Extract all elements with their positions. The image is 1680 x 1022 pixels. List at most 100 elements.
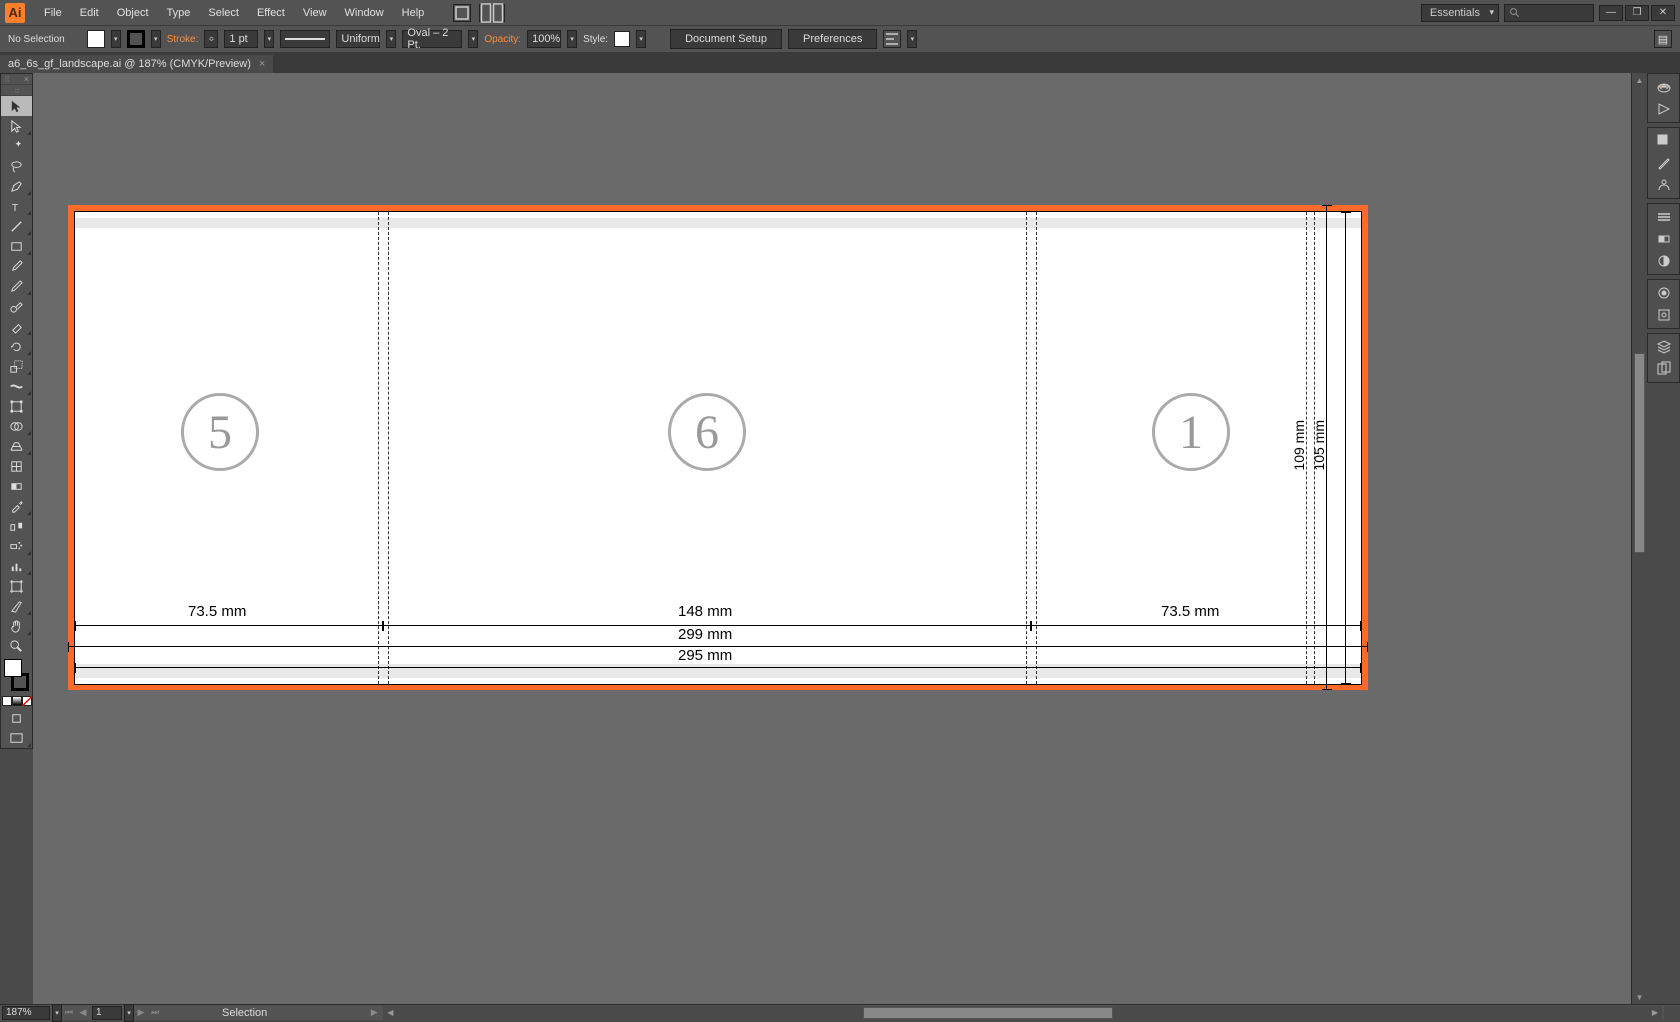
menu-select[interactable]: Select — [199, 3, 248, 23]
blend-tool[interactable] — [1, 516, 32, 536]
zoom-dropdown[interactable]: ▾ — [52, 1004, 62, 1022]
eyedropper-tool[interactable] — [1, 496, 32, 516]
fill-stroke-swatches[interactable] — [1, 656, 32, 694]
scale-tool[interactable] — [1, 356, 32, 376]
line-tool[interactable] — [1, 216, 32, 236]
stroke-swatch[interactable] — [127, 30, 145, 48]
menu-file[interactable]: File — [35, 3, 71, 23]
scroll-left-icon[interactable]: ◀ — [383, 1006, 397, 1020]
preferences-button[interactable]: Preferences — [788, 29, 877, 49]
tab-close-icon[interactable]: × — [259, 58, 265, 70]
menu-edit[interactable]: Edit — [71, 3, 108, 23]
stroke-weight-input[interactable]: 1 pt — [224, 30, 258, 48]
menu-type[interactable]: Type — [158, 3, 200, 23]
brush-dropdown[interactable]: ▾ — [468, 30, 478, 48]
appearance-panel-icon[interactable] — [1648, 282, 1679, 304]
brushes-panel-icon[interactable] — [1648, 152, 1679, 174]
fill-dropdown[interactable]: ▾ — [111, 30, 121, 48]
artboard-dropdown[interactable]: ▾ — [124, 1004, 134, 1022]
swatches-panel-icon[interactable] — [1648, 130, 1679, 152]
type-tool[interactable]: T — [1, 196, 32, 216]
draw-mode-normal[interactable] — [1, 708, 32, 728]
graphic-style-dropdown[interactable]: ▾ — [636, 30, 646, 48]
color-mode-row[interactable] — [1, 694, 32, 708]
document-tab[interactable]: a6_6s_gf_landscape.ai @ 187% (CMYK/Previ… — [0, 55, 273, 73]
panel-grip-icon[interactable]: ⠿ — [4, 75, 9, 84]
variable-width-dropdown[interactable]: ▾ — [386, 30, 396, 48]
gradient-panel-icon[interactable] — [1648, 228, 1679, 250]
last-artboard-button[interactable]: ⏭ — [148, 1006, 162, 1020]
stroke-weight-dropdown[interactable]: ▾ — [264, 30, 274, 48]
status-menu-icon[interactable]: ▶ — [367, 1006, 381, 1020]
layout-icon[interactable] — [479, 4, 505, 22]
perspective-grid-tool[interactable] — [1, 436, 32, 456]
artboard-number-input[interactable]: 1 — [92, 1006, 122, 1020]
prev-artboard-button[interactable]: ◀ — [76, 1006, 90, 1020]
arrange-documents-icon[interactable] — [453, 4, 471, 22]
workspace-switcher[interactable]: Essentials — [1421, 4, 1499, 22]
fill-color-icon[interactable] — [4, 659, 22, 677]
lasso-tool[interactable] — [1, 156, 32, 176]
stroke-weight-stepper[interactable]: ≎ — [204, 30, 218, 48]
gradient-tool[interactable] — [1, 476, 32, 496]
slice-tool[interactable] — [1, 596, 32, 616]
stroke-panel-icon[interactable] — [1648, 206, 1679, 228]
vertical-scroll-thumb[interactable] — [1634, 353, 1645, 553]
scroll-down-icon[interactable]: ▼ — [1632, 990, 1647, 1004]
transparency-panel-icon[interactable] — [1648, 250, 1679, 272]
artboard-tool[interactable] — [1, 576, 32, 596]
resize-grip[interactable] — [1664, 1006, 1680, 1020]
next-artboard-button[interactable]: ▶ — [134, 1006, 148, 1020]
rotate-tool[interactable] — [1, 336, 32, 356]
variable-width-profile[interactable]: Uniform — [336, 30, 380, 48]
color-guide-panel-icon[interactable] — [1648, 98, 1679, 120]
blob-brush-tool[interactable] — [1, 296, 32, 316]
opacity-dropdown[interactable]: ▾ — [567, 30, 577, 48]
free-transform-tool[interactable] — [1, 396, 32, 416]
width-tool[interactable] — [1, 376, 32, 396]
pencil-tool[interactable] — [1, 276, 32, 296]
symbols-panel-icon[interactable] — [1648, 174, 1679, 196]
canvas-area[interactable]: 5 6 1 73.5 mm 148 mm 73.5 mm 299 mm 295 … — [33, 73, 1647, 1004]
collapse-icon[interactable]: ⠶ — [14, 86, 19, 95]
selection-tool[interactable] — [1, 96, 32, 116]
horizontal-scroll-thumb[interactable] — [863, 1007, 1113, 1019]
rectangle-tool[interactable] — [1, 236, 32, 256]
stroke-label[interactable]: Stroke: — [167, 34, 199, 45]
menu-object[interactable]: Object — [108, 3, 158, 23]
menu-view[interactable]: View — [294, 3, 336, 23]
paintbrush-tool[interactable] — [1, 256, 32, 276]
column-graph-tool[interactable] — [1, 556, 32, 576]
panel-menu-icon[interactable]: ▤ — [1654, 30, 1672, 48]
close-button[interactable]: ✕ — [1651, 5, 1675, 21]
scroll-right-icon[interactable]: ▶ — [1648, 1006, 1662, 1020]
shape-builder-tool[interactable] — [1, 416, 32, 436]
zoom-tool[interactable] — [1, 636, 32, 656]
mesh-tool[interactable] — [1, 456, 32, 476]
magic-wand-tool[interactable] — [1, 136, 32, 156]
stroke-dropdown[interactable]: ▾ — [151, 30, 161, 48]
document-setup-button[interactable]: Document Setup — [670, 29, 782, 49]
menu-effect[interactable]: Effect — [248, 3, 294, 23]
layers-panel-icon[interactable] — [1648, 336, 1679, 358]
eraser-tool[interactable] — [1, 316, 32, 336]
screen-mode[interactable] — [1, 728, 32, 748]
symbol-sprayer-tool[interactable] — [1, 536, 32, 556]
vertical-scrollbar[interactable]: ▲ ▼ — [1631, 73, 1647, 1004]
zoom-level-input[interactable]: 187% — [2, 1006, 50, 1020]
first-artboard-button[interactable]: ⏮ — [62, 1006, 76, 1020]
hand-tool[interactable] — [1, 616, 32, 636]
pen-tool[interactable] — [1, 176, 32, 196]
search-input[interactable] — [1504, 4, 1594, 22]
minimize-button[interactable]: — — [1599, 5, 1623, 21]
color-panel-icon[interactable] — [1648, 76, 1679, 98]
toolbox-close-icon[interactable]: × — [24, 74, 29, 84]
horizontal-scrollbar[interactable]: ◀ ▶ — [383, 1006, 1662, 1020]
opacity-label[interactable]: Opacity: — [484, 34, 521, 45]
direct-selection-tool[interactable] — [1, 116, 32, 136]
opacity-input[interactable]: 100% — [527, 30, 561, 48]
scroll-up-icon[interactable]: ▲ — [1632, 73, 1647, 87]
maximize-button[interactable]: ❐ — [1625, 5, 1649, 21]
menu-help[interactable]: Help — [393, 3, 434, 23]
fill-swatch[interactable] — [87, 30, 105, 48]
